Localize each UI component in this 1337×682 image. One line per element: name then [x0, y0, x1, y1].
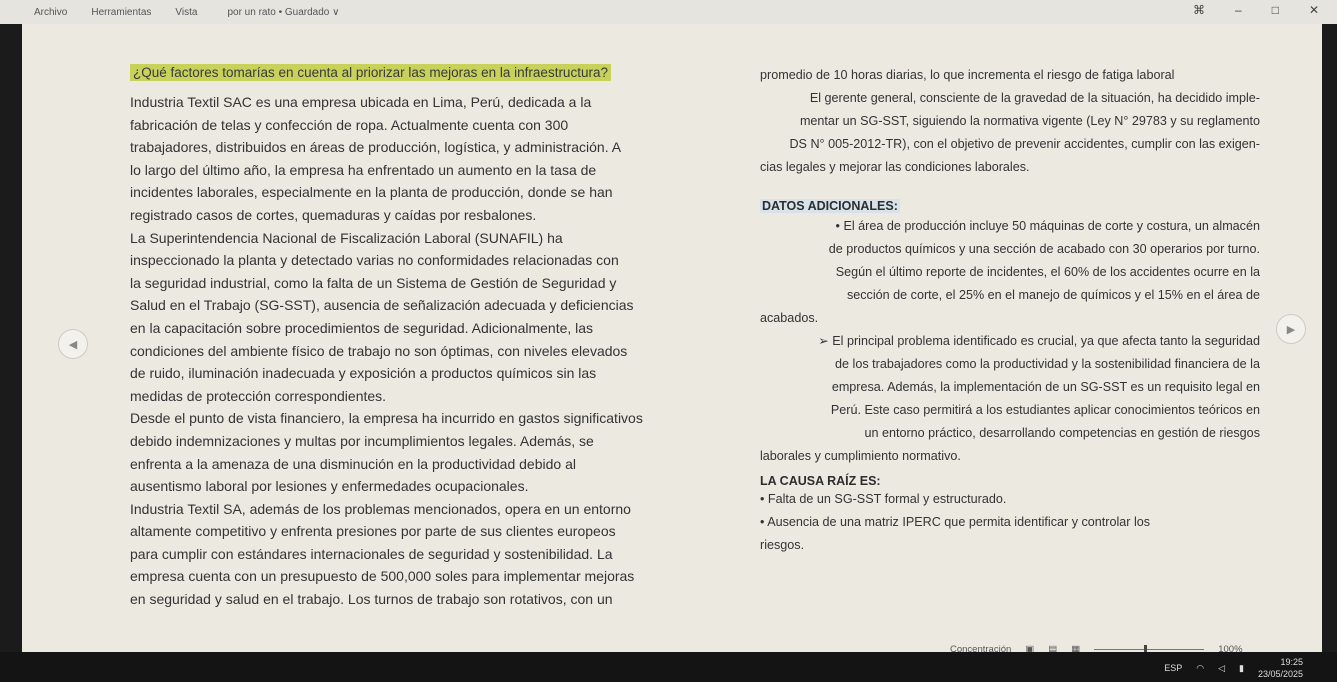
window-controls: ⌘ – □ ✕ [1193, 3, 1319, 17]
document-area: ¿Qué factores tomarías en cuenta al prio… [22, 24, 1322, 652]
clock[interactable]: 19:25 23/05/2025 [1258, 656, 1303, 680]
title-bar: Archivo Herramientas Vista por un rato •… [0, 0, 1337, 24]
left-line: empresa cuenta con un presupuesto de 500… [130, 568, 635, 585]
data-line: Según el último reporte de incidentes, e… [835, 265, 1260, 279]
section-heading-causa: LA CAUSA RAÍZ ES: [760, 474, 881, 488]
section-heading-datos: DATOS ADICIONALES: [760, 199, 900, 213]
left-line: Salud en el Trabajo (SG-SST), ausencia d… [130, 297, 634, 314]
right-line: cias legales y mejorar las condiciones l… [760, 160, 1030, 174]
language-indicator[interactable]: ESP [1164, 663, 1182, 673]
right-line: DS N° 005-2012-TR), con el objetivo de p… [789, 137, 1260, 151]
left-line: La Superintendencia Nacional de Fiscaliz… [130, 229, 563, 246]
left-line: registrado casos de cortes, quemaduras y… [130, 206, 537, 223]
close-button[interactable]: ✕ [1309, 3, 1319, 17]
document-title[interactable]: por un rato • Guardado ∨ [227, 7, 339, 18]
left-line: Desde el punto de vista financiero, la e… [130, 410, 643, 427]
left-line: condiciones del ambiente físico de traba… [130, 342, 628, 359]
data-line: acabados. [760, 311, 819, 325]
left-line: trabajadores, distribuidos en áreas de p… [130, 139, 622, 156]
focus-mode-icon[interactable]: ⌘ [1193, 3, 1205, 17]
chevron-right-icon[interactable]: ▶ [1276, 314, 1306, 344]
taskbar: ESP ◠ ◁ ▮ 19:25 23/05/2025 [0, 652, 1337, 682]
data-line: • El área de producción incluye 50 máqui… [835, 219, 1260, 233]
left-line: la seguridad industrial, como la falta d… [130, 274, 617, 291]
data-line: sección de corte, el 25% en el manejo de… [846, 288, 1260, 302]
left-line: Industria Textil SAC es una empresa ubic… [130, 94, 592, 110]
menu-bar: Archivo Herramientas Vista [0, 7, 197, 18]
battery-icon[interactable]: ▮ [1239, 663, 1244, 674]
maximize-button[interactable]: □ [1272, 3, 1279, 17]
minimize-button[interactable]: – [1235, 3, 1242, 17]
left-line: Industria Textil SA, además de los probl… [130, 500, 631, 517]
right-line: El gerente general, consciente de la gra… [809, 91, 1260, 105]
wifi-icon[interactable]: ◠ [1196, 663, 1204, 674]
menu-herramientas[interactable]: Herramientas [91, 7, 151, 18]
menu-vista[interactable]: Vista [175, 7, 197, 18]
volume-icon[interactable]: ◁ [1218, 663, 1225, 674]
left-line: en la capacitación sobre procedimientos … [130, 319, 594, 336]
left-line: enfrenta a la amenaza de una disminución… [130, 455, 576, 472]
left-column: ¿Qué factores tomarías en cuenta al prio… [130, 64, 690, 611]
left-line: fabricación de telas y confección de rop… [130, 116, 569, 133]
data-line: empresa. Además, la implementación de un… [831, 380, 1260, 394]
data-line: de los trabajadores como la productivida… [835, 357, 1260, 371]
data-line: Perú. Este caso permitirá a los estudian… [830, 403, 1260, 417]
right-column: promedio de 10 horas diarias, lo que inc… [760, 64, 1260, 557]
left-line: altamente competitivo y enfrenta presion… [130, 523, 616, 540]
cause-line: • Falta de un SG-SST formal y estructura… [760, 492, 1007, 506]
chevron-left-icon[interactable]: ◀ [58, 329, 88, 359]
data-line: laborales y cumplimiento normativo. [760, 449, 961, 463]
cause-line: riesgos. [760, 538, 805, 552]
left-line: en seguridad y salud en el trabajo. Los … [130, 591, 613, 608]
left-line: de ruido, iluminación inadecuada y expos… [130, 365, 597, 382]
document-page: ¿Qué factores tomarías en cuenta al prio… [22, 24, 1322, 652]
left-line: inspeccionado la planta y detectado vari… [130, 252, 619, 269]
cause-line: • Ausencia de una matriz IPERC que permi… [760, 515, 1151, 529]
data-line: un entorno práctico, desarrollando compe… [864, 426, 1260, 440]
clock-date: 23/05/2025 [1257, 669, 1303, 679]
data-line: ➢ El principal problema identificado es … [818, 334, 1260, 348]
right-line: mentar un SG-SST, siguiendo la normativa… [799, 114, 1260, 128]
left-line: lo largo del último año, la empresa ha e… [130, 161, 597, 178]
left-line: para cumplir con estándares internaciona… [130, 545, 613, 562]
left-line: ausentismo laboral por lesiones y enferm… [130, 478, 529, 495]
left-line: debido indemnizaciones y multas por incu… [130, 432, 594, 449]
system-tray: ESP ◠ ◁ ▮ 19:25 23/05/2025 [1164, 656, 1303, 680]
highlighted-question: ¿Qué factores tomarías en cuenta al prio… [130, 64, 611, 81]
clock-time: 19:25 [1280, 657, 1303, 667]
menu-archivo[interactable]: Archivo [34, 7, 67, 18]
data-line: de productos químicos y una sección de a… [828, 242, 1260, 256]
zoom-slider[interactable] [1094, 644, 1205, 654]
left-line: medidas de protección correspondientes. [130, 387, 387, 404]
right-line: promedio de 10 horas diarias, lo que inc… [760, 68, 1175, 82]
left-line: incidentes laborales, especialmente en l… [130, 184, 613, 201]
